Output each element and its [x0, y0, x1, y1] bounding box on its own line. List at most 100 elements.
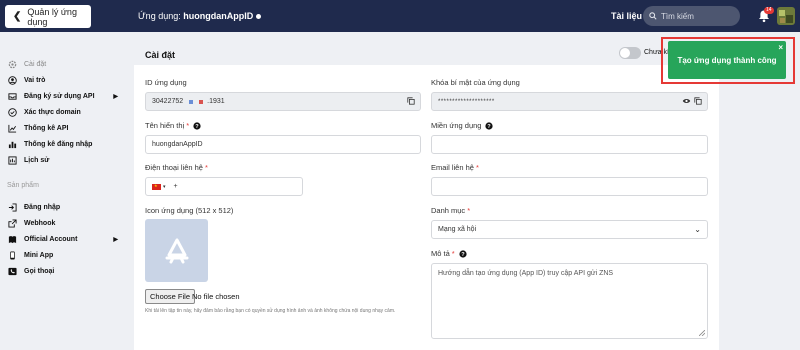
sidebar-item-label: Gọi thoại	[24, 267, 55, 275]
app-id-value: 30422752	[152, 98, 184, 105]
avatar[interactable]	[777, 7, 795, 25]
products-section-title: Sản phẩm	[7, 182, 39, 189]
sidebar-item-roles[interactable]: Vai trò	[8, 73, 118, 87]
back-button-label: Quản lý ứng dụng	[27, 6, 77, 27]
user-circle-icon	[8, 75, 17, 85]
label-text: Email liên hệ	[431, 163, 474, 172]
resize-handle-icon[interactable]	[699, 330, 705, 336]
sidebar-item-login-stats[interactable]: Thống kê đăng nhập	[8, 137, 118, 151]
chart-icon	[8, 124, 17, 133]
field-actions	[682, 97, 702, 105]
page-title: Cài đặt	[145, 50, 176, 60]
required-asterisk: *	[186, 121, 190, 130]
app-store-icon	[165, 238, 188, 263]
login-icon	[8, 202, 17, 212]
file-status: No file chosen	[192, 292, 240, 301]
display-name-value: huongdanAppID	[152, 141, 203, 148]
docs-link[interactable]: Tài liệu	[611, 11, 642, 21]
bar-chart-icon	[8, 140, 17, 149]
search-icon	[649, 12, 657, 20]
phone-value: +	[173, 183, 178, 190]
notification-badge: 14	[764, 7, 774, 14]
sidebar-item-label: Thống kê đăng nhập	[24, 140, 93, 148]
activation-toggle[interactable]	[619, 47, 641, 59]
upload-note: Khi tải lên tập tin này, hãy đảm bảo rằn…	[145, 308, 396, 314]
vietnam-flag-icon[interactable]	[152, 183, 161, 190]
search-input[interactable]	[661, 11, 736, 21]
svg-text:?: ?	[488, 124, 492, 130]
app-status-dot	[256, 14, 262, 20]
required-asterisk: *	[475, 163, 479, 172]
search-box[interactable]	[643, 6, 740, 26]
icon-label: Icon ứng dụng (512 x 512)	[145, 206, 233, 215]
sidebar-item-api-registration[interactable]: Đăng ký sử dụng API ▶	[8, 89, 118, 103]
sidebar-item-api-stats[interactable]: Thống kê API	[8, 121, 118, 135]
sidebar-item-mini-app[interactable]: Mini App	[8, 248, 118, 262]
country-dropdown-icon[interactable]: ▾	[163, 184, 166, 190]
sidebar-item-official-account[interactable]: Official Account ▶	[8, 232, 118, 246]
app-id-tail: .1931	[207, 98, 225, 105]
sidebar-item-domain-verification[interactable]: Xác thực domain	[8, 105, 118, 119]
description-value: Hướng dẫn tạo ứng dụng (App ID) truy cập…	[438, 270, 614, 277]
sidebar-item-webhook[interactable]: Webhook	[8, 216, 118, 230]
help-icon[interactable]: ?	[459, 249, 467, 258]
sidebar-item-login[interactable]: Đăng nhập	[8, 200, 118, 214]
copy-icon[interactable]	[407, 97, 415, 105]
description-textarea[interactable]: Hướng dẫn tạo ứng dụng (App ID) truy cập…	[431, 263, 708, 339]
secret-key-label: Khóa bí mật của ứng dụng	[431, 78, 520, 87]
app-prefix: Ứng dụng:	[138, 11, 181, 21]
email-label: Email liên hệ *	[431, 163, 479, 172]
gear-icon	[8, 60, 17, 69]
back-to-apps-button[interactable]: ❮ Quản lý ứng dụng	[5, 5, 91, 28]
field-actions	[407, 97, 415, 105]
help-icon[interactable]: ?	[485, 121, 494, 130]
required-asterisk: *	[467, 206, 471, 215]
required-asterisk: *	[204, 163, 208, 172]
svg-text:?: ?	[195, 124, 199, 130]
svg-text:?: ?	[461, 252, 465, 258]
sidebar-item-label: Webhook	[24, 219, 56, 227]
secret-key-value: ********************	[438, 98, 495, 105]
success-toast: Tạo ứng dụng thành công ×	[668, 41, 786, 79]
phone-icon	[8, 250, 17, 260]
sidebar-item-history[interactable]: Lịch sử	[8, 153, 118, 167]
eye-icon[interactable]	[682, 97, 691, 105]
label-text: Tên hiển thị	[145, 121, 185, 130]
secret-key-field: ********************	[431, 92, 708, 111]
sidebar-item-voice-call[interactable]: Gọi thoại	[8, 264, 118, 278]
category-select[interactable]: Mạng xã hội ⌄	[431, 220, 708, 239]
email-field[interactable]	[431, 177, 708, 196]
sidebar-item-label: Đăng nhập	[24, 203, 61, 211]
label-text: ID ứng dụng	[145, 78, 187, 87]
sidebar-item-label: Xác thực domain	[24, 108, 81, 116]
category-value: Mạng xã hội	[438, 226, 477, 233]
close-icon[interactable]: ×	[778, 43, 783, 52]
external-link-icon	[8, 218, 17, 228]
copy-icon[interactable]	[694, 97, 702, 105]
phone-label: Điện thoại liên hệ *	[145, 163, 208, 172]
label-text: Khóa bí mật của ứng dụng	[431, 78, 520, 87]
panel-header: Cài đặt Chưa kí	[134, 44, 719, 65]
display-name-field[interactable]: huongdanAppID	[145, 135, 421, 154]
required-asterisk: *	[451, 249, 455, 258]
phone-field[interactable]: ▾ +	[145, 177, 303, 196]
redacted-mark-red	[199, 99, 204, 104]
sidebar-item-label: Cài đặt	[24, 60, 47, 68]
choose-file-button[interactable]: Choose File	[145, 289, 196, 304]
app-icon-preview[interactable]	[145, 219, 208, 282]
sidebar: Cài đặt Vai trò Đăng ký sử dụng API ▶ Xá…	[0, 32, 134, 350]
inbox-icon	[8, 92, 17, 101]
history-icon	[8, 155, 17, 165]
category-label: Danh mục *	[431, 206, 470, 215]
avatar-image	[777, 7, 795, 25]
sidebar-item-label: Lịch sử	[24, 156, 50, 164]
help-icon[interactable]: ?	[193, 121, 201, 130]
domain-field[interactable]	[431, 135, 708, 154]
label-text: Icon ứng dụng (512 x 512)	[145, 206, 234, 215]
app-id-label: ID ứng dụng	[145, 78, 187, 87]
sidebar-item-label: Mini App	[24, 251, 54, 259]
sidebar-item-settings[interactable]: Cài đặt	[8, 57, 118, 71]
domain-label: Miền ứng dụng ?	[431, 121, 494, 130]
description-label: Mô tả * ?	[431, 249, 467, 258]
call-icon	[8, 267, 17, 276]
